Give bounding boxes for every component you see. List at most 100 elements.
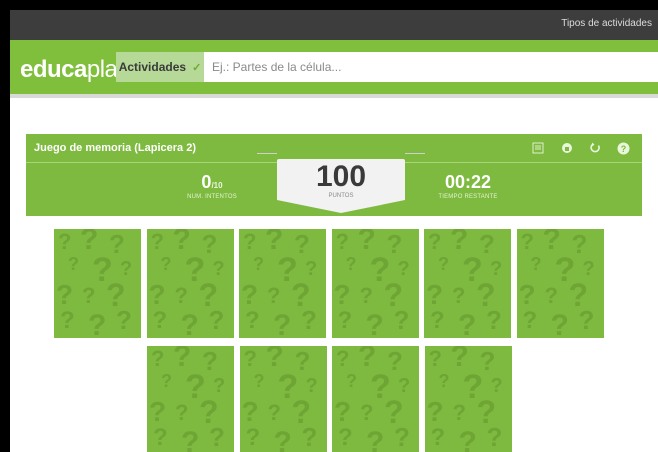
question-mark-icon: ? [243,229,257,254]
header-band [10,40,658,48]
attempts-total: /10 [211,181,223,190]
help-icon[interactable]: ? [612,138,634,158]
question-mark-icon: ? [301,422,318,452]
game-panel: Juego de memoria (Lapicera 2) ? 0/10 NUM… [26,134,642,216]
question-mark-icon: ? [360,400,374,425]
memory-card[interactable]: ???????????? [147,346,234,452]
educaplay-logo[interactable]: educaplay [20,56,129,84]
question-mark-icon: ? [68,254,79,274]
question-mark-icon: ? [151,346,165,371]
question-mark-icon: ? [180,309,199,339]
question-mark-icon: ? [458,309,477,339]
memory-card[interactable]: ???????????? [424,229,511,338]
question-mark-icon: ? [174,283,188,308]
question-mark-icon: ? [273,309,292,339]
question-mark-icon: ? [346,371,357,391]
question-mark-icon: ? [544,283,558,308]
question-mark-icon: ? [267,283,281,308]
question-mark-icon: ? [398,375,411,397]
question-mark-icon: ? [175,400,189,425]
score-line-left [257,153,277,154]
activities-dropdown-button[interactable]: Actividades ✓ [116,52,204,82]
header: educaplay Actividades ✓ [10,48,658,94]
chevron-down-icon: ✓ [192,61,202,74]
question-mark-icon: ? [253,371,265,391]
activity-types-link[interactable]: Tipos de actividades [561,18,652,29]
question-mark-icon: ? [366,426,385,452]
score-label: PUNTOS [328,193,354,199]
question-mark-icon: ? [241,279,259,310]
question-mark-icon: ? [273,426,292,452]
question-mark-icon: ? [530,254,542,274]
question-mark-icon: ? [393,305,410,335]
question-mark-icon: ? [430,307,445,334]
question-mark-icon: ? [212,258,225,280]
question-mark-icon: ? [160,254,172,274]
question-mark-icon: ? [394,422,410,452]
memory-card[interactable]: ???????????? [332,346,419,452]
question-mark-icon: ? [458,426,477,452]
memory-card[interactable]: ???????????? [146,229,234,339]
score-line-right [405,153,425,154]
question-mark-icon: ? [426,279,444,310]
score-box: 100 PUNTOS [277,159,405,213]
question-mark-icon: ? [345,254,357,274]
screen-icon[interactable] [527,138,549,158]
question-mark-icon: ? [82,283,96,308]
question-mark-icon: ? [120,258,133,280]
question-mark-icon: ? [58,229,72,254]
question-mark-icon: ? [452,283,466,308]
question-mark-icon: ? [253,254,264,274]
activities-label: Actividades [118,60,187,74]
memory-card[interactable]: ???????????? [54,229,141,338]
question-mark-icon: ? [490,258,503,280]
question-mark-icon: ? [486,305,502,335]
svg-text:?: ? [620,144,626,154]
question-mark-icon: ? [438,254,449,274]
question-mark-icon: ? [60,307,75,334]
question-mark-icon: ? [333,279,351,310]
memory-card[interactable]: ???????????? [424,346,512,452]
question-mark-icon: ? [520,229,534,254]
header-shadow [10,94,658,98]
logo-bold-text: educa [20,56,87,83]
question-mark-icon: ? [152,307,168,334]
sound-icon[interactable] [556,138,578,158]
question-mark-icon: ? [337,307,353,334]
memory-card[interactable]: ???????????? [239,229,326,338]
question-mark-icon: ? [267,400,281,425]
question-mark-icon: ? [245,307,260,334]
question-mark-icon: ? [428,346,442,371]
question-mark-icon: ? [550,309,569,339]
attempts-label: NUM. INTENTOS [187,194,237,200]
question-mark-icon: ? [578,305,595,335]
question-mark-icon: ? [430,424,446,451]
question-mark-icon: ? [428,229,442,254]
question-mark-icon: ? [56,279,74,310]
question-mark-icon: ? [305,258,318,280]
question-mark-icon: ? [522,307,538,334]
question-mark-icon: ? [452,400,466,425]
question-mark-icon: ? [181,426,200,452]
question-mark-icon: ? [518,279,536,310]
question-mark-icon: ? [241,396,259,427]
time-value: 00:22 [444,172,492,192]
page: Tipos de actividades educaplay Actividad… [10,10,658,452]
search-input[interactable] [204,52,658,82]
question-mark-icon: ? [365,309,384,339]
memory-card[interactable]: ???????????? [516,229,604,339]
memory-card[interactable]: ???????????? [239,346,327,452]
question-mark-icon: ? [88,309,107,339]
question-mark-icon: ? [397,258,410,280]
question-mark-icon: ? [213,375,226,397]
question-mark-icon: ? [116,305,132,335]
restart-icon[interactable] [584,138,606,158]
question-mark-icon: ? [338,424,353,451]
question-mark-icon: ? [150,229,164,254]
question-mark-icon: ? [161,371,172,391]
question-mark-icon: ? [336,346,350,371]
question-mark-icon: ? [245,424,261,451]
memory-card[interactable]: ???????????? [331,229,419,339]
question-mark-icon: ? [148,279,166,310]
question-mark-icon: ? [305,375,318,397]
